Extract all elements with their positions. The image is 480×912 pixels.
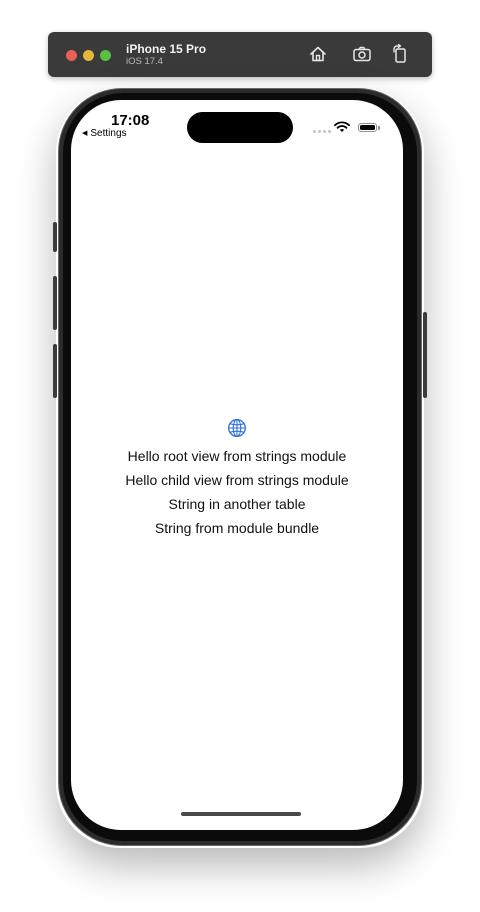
close-window-button[interactable] xyxy=(66,50,77,61)
rotate-button[interactable] xyxy=(388,42,412,66)
cellular-signal-icon xyxy=(313,130,331,133)
dynamic-island xyxy=(187,112,293,143)
phone-screen: 17:08 ◀ Settings Hello root view from st… xyxy=(71,100,403,830)
globe-icon xyxy=(228,419,246,437)
minimize-window-button[interactable] xyxy=(83,50,94,61)
simulator-toolbar: iPhone 15 Pro iOS 17.4 xyxy=(48,32,432,77)
wifi-icon xyxy=(334,121,350,132)
battery-cap xyxy=(378,126,380,130)
module-bundle-string: String from module bundle xyxy=(154,520,320,536)
battery-icon xyxy=(358,123,377,132)
volume-down-button[interactable] xyxy=(53,344,57,398)
screenshot-icon xyxy=(353,46,371,62)
screenshot-button[interactable] xyxy=(350,42,374,66)
back-link-label: Settings xyxy=(90,128,127,139)
volume-up-button[interactable] xyxy=(53,276,57,330)
child-view-string: Hello child view from strings module xyxy=(125,472,349,488)
back-arrow-icon: ◀ xyxy=(82,130,88,137)
home-button[interactable] xyxy=(306,42,330,66)
action-button[interactable] xyxy=(53,222,57,252)
os-version: iOS 17.4 xyxy=(126,56,163,67)
side-power-button[interactable] xyxy=(423,312,427,398)
simulator-window: iPhone 15 Pro iOS 17.4 17:08 ◀ Settings … xyxy=(0,0,480,912)
home-icon xyxy=(310,46,326,62)
another-table-string: String in another table xyxy=(168,496,306,512)
home-indicator[interactable] xyxy=(181,812,301,816)
content-stack: Hello root view from strings module Hell… xyxy=(71,418,403,540)
battery-level xyxy=(360,125,375,130)
phone-frame: 17:08 ◀ Settings Hello root view from st… xyxy=(58,88,422,846)
zoom-window-button[interactable] xyxy=(100,50,111,61)
device-name: iPhone 15 Pro xyxy=(126,42,207,56)
back-to-settings-link[interactable]: ◀ Settings xyxy=(82,128,127,140)
rotate-icon xyxy=(393,44,406,63)
root-view-string: Hello root view from strings module xyxy=(127,448,347,464)
